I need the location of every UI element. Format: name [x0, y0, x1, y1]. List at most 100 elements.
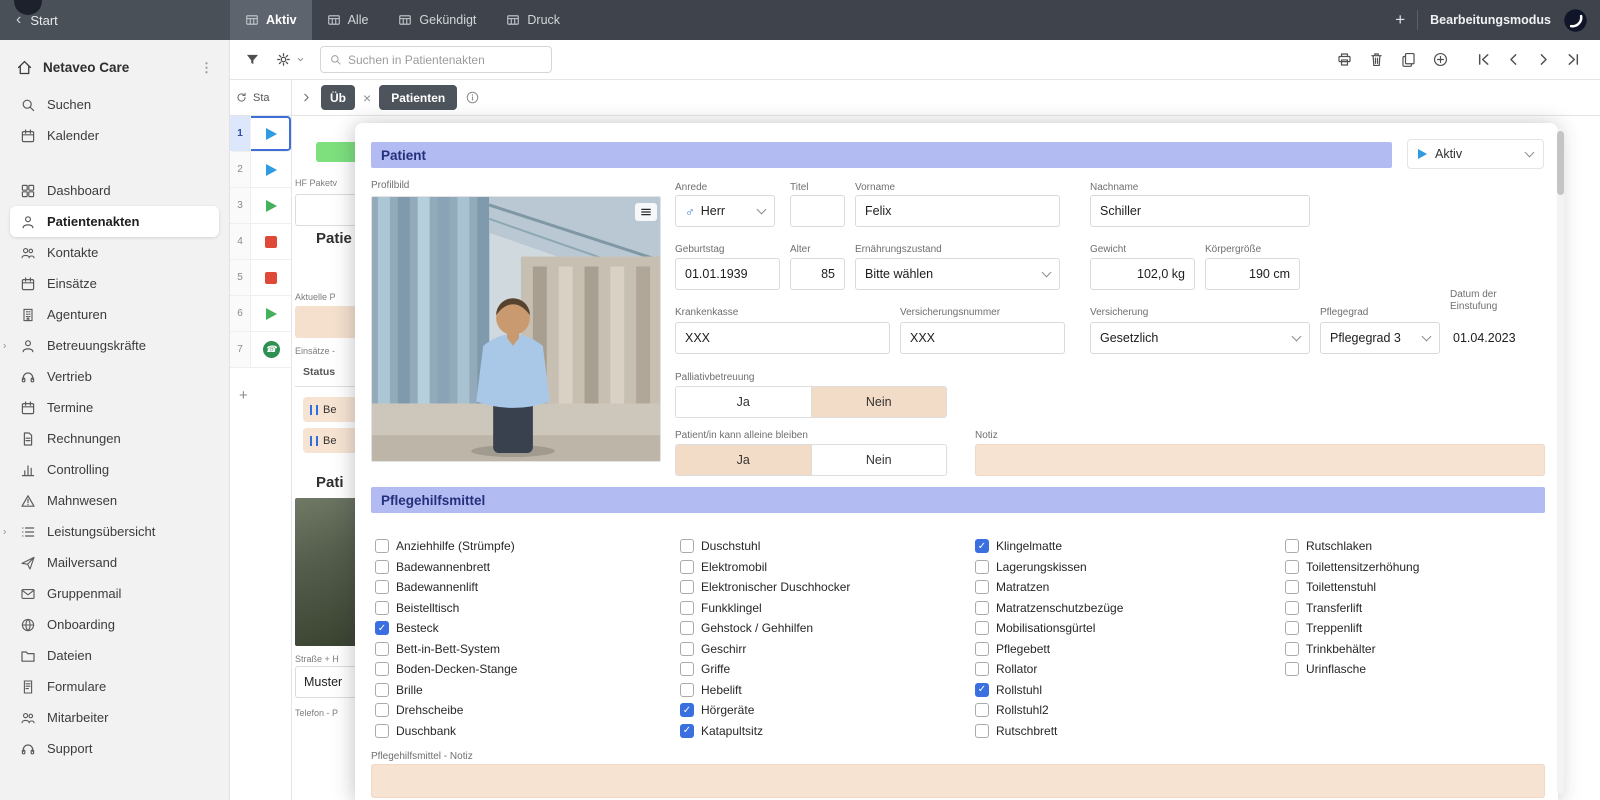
palliativ-ja-button[interactable]: Ja: [676, 387, 811, 417]
sidebar-item-kontakte[interactable]: Kontakte: [10, 237, 219, 268]
record-filter-tab[interactable]: Gekündigt: [383, 0, 491, 40]
geburtstag-input[interactable]: 01.01.1939: [675, 258, 780, 290]
checkbox[interactable]: [680, 703, 694, 717]
checkbox[interactable]: [680, 580, 694, 594]
sidebar-item-vertrieb[interactable]: Vertrieb: [10, 361, 219, 392]
aid-checkbox-item[interactable]: Anziehhilfe (Strümpfe): [375, 536, 667, 557]
sidebar-item-mailversand[interactable]: Mailversand: [10, 547, 219, 578]
krankenkasse-input[interactable]: XXX: [675, 322, 890, 354]
checkbox[interactable]: [1285, 621, 1299, 635]
palliativ-nein-button[interactable]: Nein: [811, 387, 947, 417]
checkbox[interactable]: [680, 560, 694, 574]
aid-checkbox-item[interactable]: Funkklingel: [680, 598, 972, 619]
koerpergroesse-input[interactable]: 190 cm: [1205, 258, 1300, 290]
aid-checkbox-item[interactable]: Besteck: [375, 618, 667, 639]
sidebar-item-einsaetze[interactable]: Einsätze: [10, 268, 219, 299]
previous-record-icon[interactable]: [1505, 51, 1522, 68]
aid-checkbox-item[interactable]: Matratzenschutzbezüge: [975, 598, 1267, 619]
aid-checkbox-item[interactable]: Hörgeräte: [680, 700, 972, 721]
aid-checkbox-item[interactable]: Pflegebett: [975, 639, 1267, 660]
checkbox[interactable]: [975, 662, 989, 676]
strasse-input[interactable]: Muster: [295, 666, 357, 698]
checkbox[interactable]: [975, 580, 989, 594]
sidebar-item-rechnungen[interactable]: Rechnungen: [10, 423, 219, 454]
sidebar-item-gruppenmail[interactable]: Gruppenmail: [10, 578, 219, 609]
aid-checkbox-item[interactable]: Treppenlift: [1285, 618, 1545, 639]
checkbox[interactable]: [375, 703, 389, 717]
aid-checkbox-item[interactable]: Hebelift: [680, 680, 972, 701]
checkbox[interactable]: [680, 539, 694, 553]
sidebar-item-leistungsuebersicht[interactable]: › Leistungsübersicht: [10, 516, 219, 547]
alter-input[interactable]: 85: [790, 258, 845, 290]
filter-icon[interactable]: [244, 51, 261, 68]
vorname-input[interactable]: Felix: [855, 195, 1060, 227]
patient-status-dropdown[interactable]: Aktiv: [1407, 139, 1544, 169]
checkbox[interactable]: [1285, 601, 1299, 615]
aid-checkbox-item[interactable]: Beistelltisch: [375, 598, 667, 619]
settings-dropdown[interactable]: [275, 51, 306, 68]
sidebar-item-mahnwesen[interactable]: Mahnwesen: [10, 485, 219, 516]
gewicht-input[interactable]: 102,0 kg: [1090, 258, 1195, 290]
checkbox[interactable]: [375, 580, 389, 594]
photo-menu-button[interactable]: [635, 203, 657, 221]
close-tab-icon[interactable]: ×: [363, 91, 371, 105]
sidebar-item-kalender[interactable]: Kalender: [10, 120, 219, 151]
add-record-button[interactable]: +: [230, 380, 291, 410]
checkbox[interactable]: [375, 683, 389, 697]
titel-input[interactable]: [790, 195, 845, 227]
nachname-input[interactable]: Schiller: [1090, 195, 1310, 227]
aid-checkbox-item[interactable]: Duschbank: [375, 721, 667, 742]
expand-chevron-icon[interactable]: ›: [3, 526, 6, 537]
profile-photo[interactable]: [371, 196, 661, 462]
sidebar-item-betreuungskraefte[interactable]: › Betreuungskräfte: [10, 330, 219, 361]
aid-checkbox-item[interactable]: Gehstock / Gehhilfen: [680, 618, 972, 639]
record-filter-tab[interactable]: Druck: [491, 0, 575, 40]
sidebar-item-formulare[interactable]: Formulare: [10, 671, 219, 702]
checkbox[interactable]: [1285, 642, 1299, 656]
aid-checkbox-item[interactable]: Toilettenstuhl: [1285, 577, 1545, 598]
add-record-icon[interactable]: [1432, 51, 1449, 68]
aid-checkbox-item[interactable]: Transferlift: [1285, 598, 1545, 619]
alleine-nein-button[interactable]: Nein: [811, 445, 947, 475]
aid-checkbox-item[interactable]: Klingelmatte: [975, 536, 1267, 557]
search-box[interactable]: [320, 46, 552, 73]
aid-checkbox-item[interactable]: Brille: [375, 680, 667, 701]
checkbox[interactable]: [975, 642, 989, 656]
aid-checkbox-item[interactable]: Rollator: [975, 659, 1267, 680]
expand-chevron-icon[interactable]: ›: [3, 340, 6, 351]
sidebar-item-mitarbeiter[interactable]: Mitarbeiter: [10, 702, 219, 733]
checkbox[interactable]: [375, 601, 389, 615]
search-input[interactable]: [348, 53, 543, 67]
last-record-icon[interactable]: [1565, 51, 1582, 68]
sidebar-item-patientenakten[interactable]: Patientenakten: [10, 206, 219, 237]
checkbox[interactable]: [680, 601, 694, 615]
checkbox[interactable]: [975, 683, 989, 697]
checkbox[interactable]: [680, 621, 694, 635]
checkbox[interactable]: [375, 724, 389, 738]
checkbox[interactable]: [1285, 539, 1299, 553]
status-badge[interactable]: Be: [303, 397, 357, 422]
checkbox[interactable]: [1285, 662, 1299, 676]
checkbox[interactable]: [975, 539, 989, 553]
first-record-icon[interactable]: [1475, 51, 1492, 68]
aid-checkbox-item[interactable]: Drehscheibe: [375, 700, 667, 721]
tab-uebersicht[interactable]: Üb: [321, 85, 355, 110]
checkbox[interactable]: [680, 724, 694, 738]
sidebar-item-agenturen[interactable]: Agenturen: [10, 299, 219, 330]
aktuelle-field[interactable]: [295, 306, 359, 338]
versicherungsnummer-input[interactable]: XXX: [900, 322, 1065, 354]
sidebar-item-termine[interactable]: Termine: [10, 392, 219, 423]
aid-checkbox-item[interactable]: Bett-in-Bett-System: [375, 639, 667, 660]
app-header[interactable]: Netaveo Care ⋮: [0, 40, 229, 87]
checkbox[interactable]: [680, 642, 694, 656]
record-row[interactable]: 1: [230, 116, 291, 152]
aid-checkbox-item[interactable]: Toilettensitzerhöhung: [1285, 557, 1545, 578]
scrollbar-thumb[interactable]: [1557, 131, 1564, 195]
aid-checkbox-item[interactable]: Rollstuhl2: [975, 700, 1267, 721]
refresh-icon[interactable]: [235, 91, 248, 104]
checkbox[interactable]: [680, 683, 694, 697]
aid-checkbox-item[interactable]: Mobilisationsgürtel: [975, 618, 1267, 639]
duplicate-icon[interactable]: [1400, 51, 1417, 68]
print-icon[interactable]: [1336, 51, 1353, 68]
aid-checkbox-item[interactable]: Rutschlaken: [1285, 536, 1545, 557]
